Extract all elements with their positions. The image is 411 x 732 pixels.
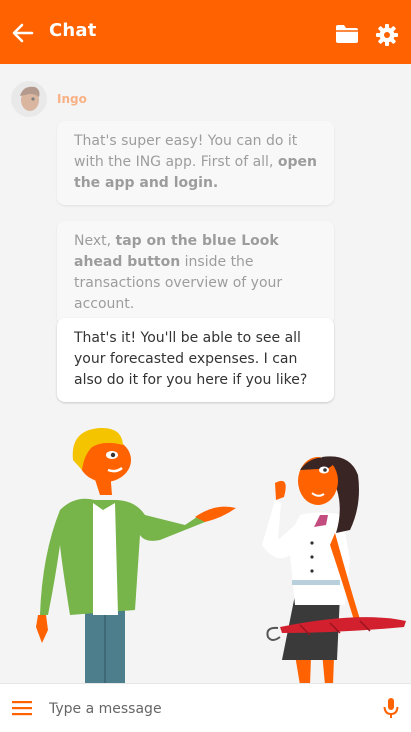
arrow-left-icon[interactable] — [10, 20, 36, 46]
man-figure — [36, 427, 236, 685]
chat-message: That's super easy! You can do it with th… — [57, 121, 334, 205]
hamburger-menu-icon[interactable] — [12, 699, 32, 717]
chat-message: Next, tap on the blue Look ahead button … — [57, 221, 334, 326]
woman-figure — [262, 456, 362, 685]
app-bar: Chat — [0, 0, 411, 64]
illustration — [36, 427, 406, 685]
message-text: That's it! You'll be able to see all you… — [74, 330, 308, 388]
bot-avatar — [11, 81, 47, 117]
message-text: Next, — [74, 233, 116, 249]
avatar-face-icon — [11, 81, 47, 117]
message-input[interactable] — [47, 696, 371, 722]
page-title: Chat — [49, 20, 97, 41]
message-text: That's super easy! You can do it with th… — [74, 133, 298, 170]
gear-icon[interactable] — [375, 23, 399, 47]
folder-icon[interactable] — [335, 24, 359, 44]
sender-name: Ingo — [57, 92, 87, 106]
message-composer — [0, 683, 411, 732]
chat-message: That's it! You'll be able to see all you… — [57, 318, 334, 402]
microphone-icon[interactable] — [382, 697, 400, 719]
